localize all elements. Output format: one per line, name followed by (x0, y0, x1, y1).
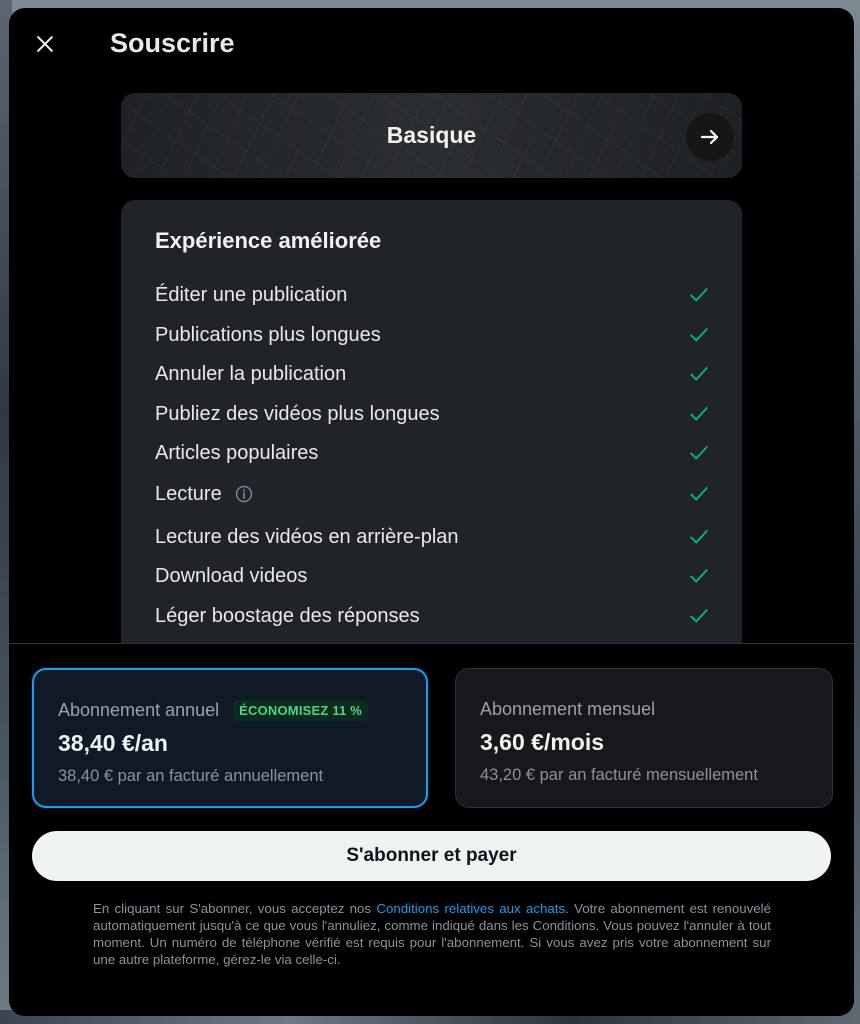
subscribe-button[interactable]: S'abonner et payer (32, 831, 831, 881)
check-icon (688, 363, 710, 385)
feature-item: Articles populaires (155, 438, 710, 468)
feature-item: Lecture des vidéos en arrière-plan (155, 522, 710, 552)
info-icon[interactable] (234, 484, 254, 504)
feature-item: Publiez des vidéos plus longues (155, 399, 710, 429)
check-icon (688, 483, 710, 505)
feature-label: Éditer une publication (155, 283, 348, 306)
check-icon (688, 403, 710, 425)
billing-price: 38,40 €/an (58, 730, 168, 756)
feature-label: Publiez des vidéos plus longues (155, 402, 440, 425)
feature-item: Annuler la publication (155, 359, 710, 389)
billing-subtext: 43,20 € par an facturé mensuellement (480, 766, 758, 784)
check-icon (688, 442, 710, 464)
feature-label-wrap: Lecture (155, 483, 254, 506)
feature-item: Publications plus longues (155, 320, 710, 350)
subscribe-dialog: Souscrire Basique Expérience améliorée É… (9, 8, 854, 1016)
feature-label: Lecture (155, 482, 222, 505)
dialog-title: Souscrire (110, 28, 235, 58)
arrow-right-icon (700, 129, 719, 145)
billing-label: Abonnement annuel (58, 699, 220, 720)
feature-label: Publications plus longues (155, 323, 381, 346)
feature-item: Download videos (155, 561, 710, 591)
feature-item: Éditer une publication (155, 280, 710, 310)
feature-item: Léger boostage des réponses (155, 601, 710, 631)
plan-name: Basique (386, 122, 477, 148)
check-icon (688, 526, 710, 548)
feature-label: Léger boostage des réponses (155, 604, 420, 627)
features-title: Expérience améliorée (155, 228, 382, 253)
purchase-terms-link[interactable]: Conditions relatives aux achats (376, 901, 565, 916)
billing-price: 3,60 €/mois (480, 729, 605, 755)
check-icon (688, 284, 710, 306)
billing-header: Abonnement mensuel (480, 697, 832, 721)
next-plan-button[interactable] (686, 113, 734, 161)
savings-badge: ÉCONOMISEZ 11 % (233, 699, 369, 721)
billing-subtext: 38,40 € par an facturé annuellement (58, 767, 324, 785)
plan-selector[interactable]: Basique (121, 93, 742, 178)
legal-text-before: En cliquant sur S'abonner, vous acceptez… (93, 901, 377, 916)
check-icon (688, 565, 710, 587)
dialog-header: Souscrire (9, 8, 854, 82)
close-icon (37, 36, 53, 52)
legal-text: En cliquant sur S'abonner, vous acceptez… (93, 900, 771, 968)
feature-label: Articles populaires (155, 441, 319, 464)
annual-plan-option[interactable]: Abonnement annuel ÉCONOMISEZ 11 % 38,40 … (32, 668, 428, 808)
close-button[interactable] (29, 28, 61, 60)
check-icon (688, 605, 710, 627)
feature-label: Download videos (155, 564, 308, 587)
features-panel: Expérience améliorée Éditer une publicat… (121, 200, 742, 660)
feature-label: Lecture des vidéos en arrière-plan (155, 525, 459, 548)
monthly-plan-option[interactable]: Abonnement mensuel 3,60 €/mois 43,20 € p… (455, 668, 833, 808)
feature-item: Lecture (155, 479, 710, 509)
billing-panel: Abonnement annuel ÉCONOMISEZ 11 % 38,40 … (9, 644, 854, 1016)
billing-label: Abonnement mensuel (480, 698, 656, 719)
billing-header: Abonnement annuel ÉCONOMISEZ 11 % (58, 698, 426, 722)
check-icon (688, 324, 710, 346)
feature-label: Annuler la publication (155, 362, 347, 385)
